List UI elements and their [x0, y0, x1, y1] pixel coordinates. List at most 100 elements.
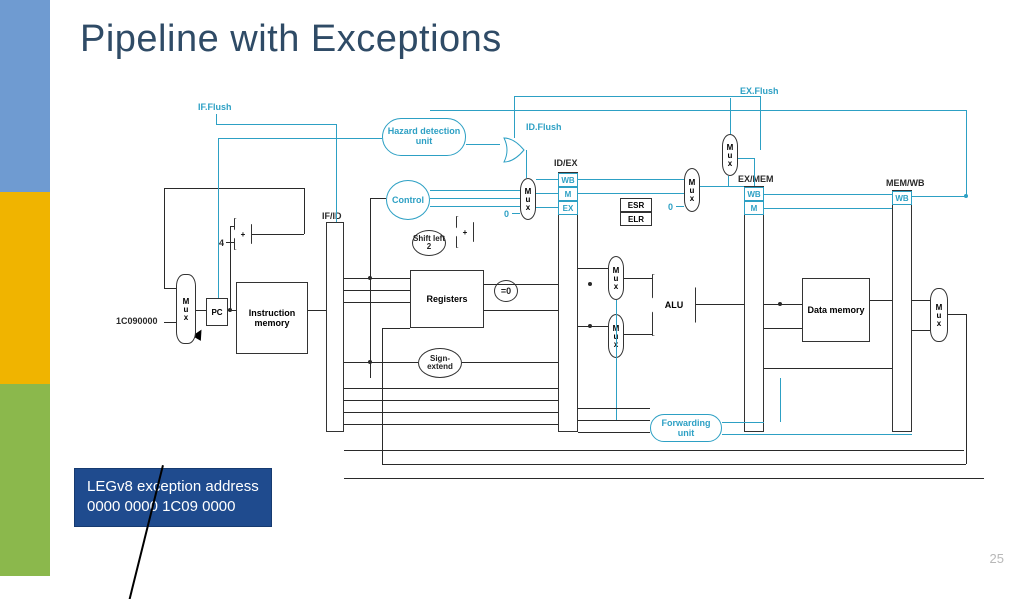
wire	[370, 198, 386, 199]
bus	[512, 213, 520, 214]
wire	[344, 278, 410, 279]
bus	[722, 422, 764, 423]
bus	[722, 434, 912, 435]
branch-adder: +	[456, 216, 474, 248]
idex-label: ID/EX	[554, 158, 578, 168]
bus	[760, 96, 761, 150]
pc-mux: Mux	[176, 274, 196, 344]
exmem-label: EX/MEM	[738, 174, 774, 184]
wire	[948, 314, 966, 315]
bus	[966, 110, 967, 196]
slide-accent-bar	[0, 0, 50, 576]
wire	[164, 188, 165, 288]
memwb-wb: WB	[892, 191, 912, 205]
bus	[536, 207, 558, 208]
pipeline-diagram: 1C090000 Mux PC Instruction memory + 4 I…	[130, 78, 1000, 488]
idex-wb: WB	[558, 173, 578, 187]
exmem-m: M	[744, 201, 764, 215]
wire	[578, 268, 608, 269]
wire	[382, 464, 966, 465]
bus	[738, 158, 754, 159]
bus	[216, 124, 336, 125]
bus	[526, 150, 527, 178]
wire	[578, 432, 650, 433]
page-number: 25	[990, 551, 1004, 566]
bus	[728, 176, 729, 186]
ex-flush-mux: Mux	[722, 134, 738, 176]
control-unit: Control	[386, 180, 430, 220]
bus	[764, 194, 892, 195]
data-memory: Data memory	[802, 278, 870, 342]
wire	[870, 300, 892, 301]
exmem-wb: WB	[744, 187, 764, 201]
wire	[252, 234, 304, 235]
bus	[578, 179, 684, 180]
bus	[912, 196, 966, 197]
junction	[228, 308, 232, 312]
wire	[344, 478, 984, 479]
wire	[912, 330, 930, 331]
wire	[484, 310, 558, 311]
wire	[344, 400, 558, 401]
pc-register: PC	[206, 298, 228, 326]
bus	[616, 358, 617, 420]
elr-register: ELR	[620, 212, 652, 226]
pc-plus4-adder: +	[234, 218, 252, 250]
wb-mux: Mux	[930, 288, 948, 342]
bus	[536, 193, 558, 194]
bus	[780, 378, 781, 422]
wire	[164, 322, 176, 323]
wire	[382, 328, 383, 464]
wire	[966, 314, 967, 464]
accent-green	[0, 384, 50, 576]
register-file: Registers	[410, 270, 484, 328]
const-four: 4	[219, 238, 224, 248]
bus	[430, 190, 520, 191]
wire	[624, 278, 652, 279]
wire	[344, 302, 410, 303]
alu: ALU	[652, 274, 696, 336]
entry-address-label: 1C090000	[116, 316, 158, 326]
bus	[730, 98, 731, 134]
bus	[514, 96, 760, 97]
wire	[164, 188, 304, 189]
wire	[764, 304, 802, 305]
bus	[700, 186, 744, 187]
junction	[778, 302, 782, 306]
bus	[764, 208, 892, 209]
idex-register: WB M EX	[558, 172, 578, 432]
wire	[696, 304, 744, 305]
bus	[466, 144, 500, 145]
accent-blue	[0, 0, 50, 192]
bus	[536, 179, 558, 180]
ex-flush-label: EX.Flush	[740, 86, 779, 96]
wire	[164, 288, 176, 289]
wire	[344, 424, 558, 425]
wire	[344, 362, 418, 363]
wire	[578, 326, 608, 327]
shift-left-2: Shift left 2	[412, 230, 446, 256]
wire	[462, 362, 558, 363]
exmem-register: WB M	[744, 186, 764, 432]
alu-src-a-mux: Mux	[608, 256, 624, 300]
ifid-label: IF/ID	[322, 211, 342, 221]
forwarding-unit: Forwarding unit	[650, 414, 722, 442]
wire	[382, 328, 410, 329]
junction	[588, 282, 592, 286]
hazard-detection-unit: Hazard detection unit	[382, 118, 466, 156]
id-flush-label: ID.Flush	[526, 122, 562, 132]
bus	[218, 138, 219, 298]
id-flush-or-gate-icon	[500, 136, 528, 164]
bus	[430, 110, 966, 111]
wire	[344, 290, 410, 291]
junction	[368, 276, 372, 280]
ifid-register	[326, 222, 344, 432]
wire	[764, 328, 802, 329]
junction	[964, 194, 968, 198]
zero-input-ex: 0	[668, 202, 673, 212]
callout-line-2: 0000 0000 1C09 0000	[87, 497, 259, 517]
bus	[578, 193, 684, 194]
wire	[230, 226, 231, 310]
bus	[218, 138, 382, 139]
idex-m: M	[558, 187, 578, 201]
